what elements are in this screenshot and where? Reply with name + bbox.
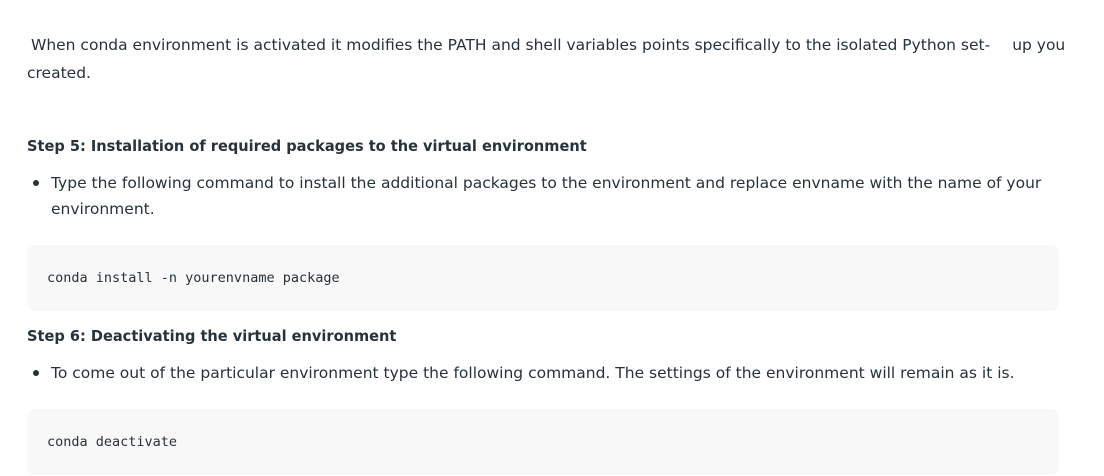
step-6-code-block: conda deactivate [27, 409, 1059, 475]
step-6-list: To come out of the particular environmen… [27, 360, 1059, 386]
intro-line-1: When conda environment is activated it m… [27, 31, 1065, 59]
intro-text-part-1: When conda environment is activated it m… [31, 36, 991, 54]
bullet-dot-icon [33, 180, 39, 186]
intro-line-2: created. [27, 64, 91, 82]
intro-text-part-2: up you [1012, 36, 1066, 54]
list-item: To come out of the particular environmen… [27, 360, 1059, 386]
intro-paragraph: When conda environment is activated it m… [27, 31, 1065, 87]
step-5-code-block: conda install -n yourenvname package [27, 245, 1059, 311]
step-6-heading: Step 6: Deactivating the virtual environ… [27, 327, 397, 345]
bullet-dot-icon [33, 370, 39, 376]
step-6-bullet-text: To come out of the particular environmen… [51, 364, 1015, 382]
step-5-heading: Step 5: Installation of required package… [27, 137, 587, 155]
step-6-code: conda deactivate [47, 434, 178, 450]
list-item: Type the following command to install th… [27, 170, 1059, 222]
step-5-code: conda install -n yourenvname package [47, 270, 340, 286]
step-5-list: Type the following command to install th… [27, 170, 1059, 222]
step-5-bullet-text: Type the following command to install th… [51, 174, 1042, 218]
